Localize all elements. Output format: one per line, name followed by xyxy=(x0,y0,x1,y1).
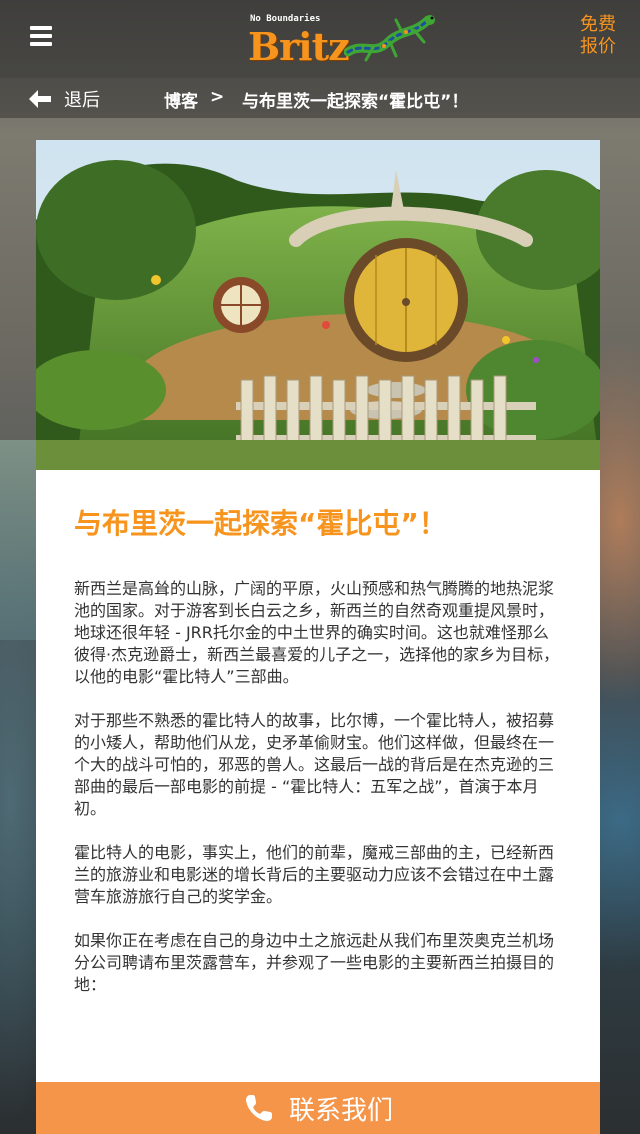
breadcrumb-blog-link[interactable]: 博客 xyxy=(164,87,198,112)
back-label: 退后 xyxy=(64,90,100,111)
article-title: 与布里茨一起探索“霍比屯”！ xyxy=(74,507,447,540)
back-button[interactable]: 退后 xyxy=(28,86,100,112)
breadcrumb: 退后 博客 > 与布里茨一起探索“霍比屯”！ xyxy=(0,78,640,118)
article-card: 与布里茨一起探索“霍比屯”！ 新西兰是高耸的山脉，广阔的平原，火山预感和热气腾腾… xyxy=(36,140,600,1134)
gecko-icon xyxy=(344,15,435,62)
quote-line-1: 免费 xyxy=(580,14,616,35)
article-body: 新西兰是高耸的山脉，广阔的平原，火山预感和热气腾腾的地热泥浆池的国家。对于游客到… xyxy=(74,578,560,1018)
hobbit-hole-photo xyxy=(36,140,600,470)
article-paragraph: 对于那些不熟悉的霍比特人的故事，比尔博，一个霍比特人，被招募的小矮人，帮助他们从… xyxy=(74,711,555,818)
top-header: No Boundaries Britz 免费 报价 xyxy=(0,0,640,78)
breadcrumb-current: 与布里茨一起探索“霍比屯”！ xyxy=(242,92,469,112)
free-quote-button[interactable]: 免费 报价 xyxy=(578,14,618,58)
contact-us-button[interactable]: 联系我们 xyxy=(36,1082,600,1134)
logo-tagline: No Boundaries xyxy=(250,14,321,24)
article-paragraph: 霍比特人的电影，事实上，他们的前辈，魔戒三部曲的主，已经新西兰的旅游业和电影迷的… xyxy=(74,843,555,906)
hamburger-menu-icon[interactable] xyxy=(30,26,52,46)
arrow-left-icon xyxy=(29,90,51,108)
contact-us-label: 联系我们 xyxy=(288,1095,393,1126)
britz-logo[interactable]: No Boundaries Britz xyxy=(248,10,438,69)
breadcrumb-separator: > xyxy=(210,87,225,107)
article-paragraph: 如果你正在考虑在自己的身边中土之旅远赴从我们布里茨奥克兰机场分公司聘请布里茨露营… xyxy=(74,931,555,994)
logo-text: Britz xyxy=(248,24,350,69)
phone-icon xyxy=(245,1095,272,1121)
quote-line-2: 报价 xyxy=(580,36,616,57)
article-paragraph: 新西兰是高耸的山脉，广阔的平原，火山预感和热气腾腾的地热泥浆池的国家。对于游客到… xyxy=(74,579,560,686)
